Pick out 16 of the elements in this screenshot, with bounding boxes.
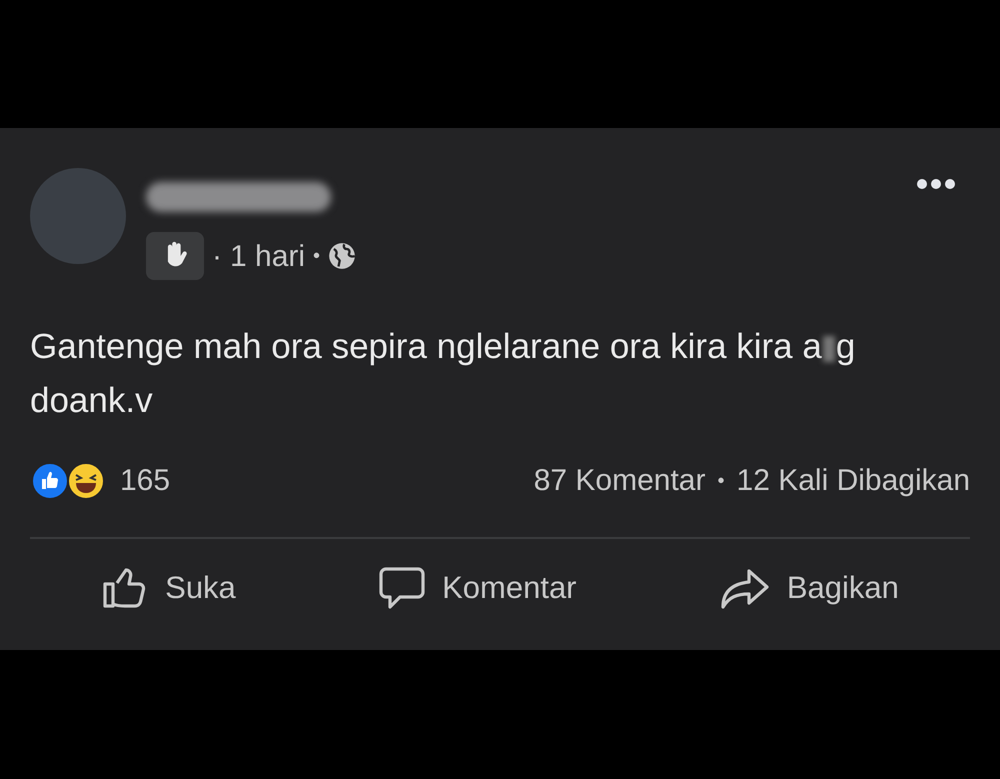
share-count[interactable]: 12 Kali Dibagikan	[736, 458, 970, 503]
reaction-count[interactable]: 165	[120, 458, 170, 503]
comment-button[interactable]: Komentar	[372, 565, 583, 612]
wave-badge[interactable]	[146, 232, 204, 280]
post-time[interactable]: 1 hari	[230, 234, 306, 278]
post-text: Gantenge mah ora sepira nglelarane ora kira kira a g doank.v	[30, 326, 856, 422]
separator-dot: •	[718, 468, 725, 494]
more-options-icon[interactable]	[916, 178, 956, 190]
comment-count[interactable]: 87 Komentar	[534, 458, 706, 503]
separator-dot: ·	[212, 238, 222, 274]
speech-bubble-icon	[378, 565, 426, 612]
share-button[interactable]: Bagikan	[712, 565, 905, 612]
share-arrow-icon	[718, 567, 771, 610]
globe-icon	[328, 242, 356, 270]
like-button[interactable]: Suka	[95, 565, 242, 612]
separator-dot: •	[313, 244, 320, 269]
